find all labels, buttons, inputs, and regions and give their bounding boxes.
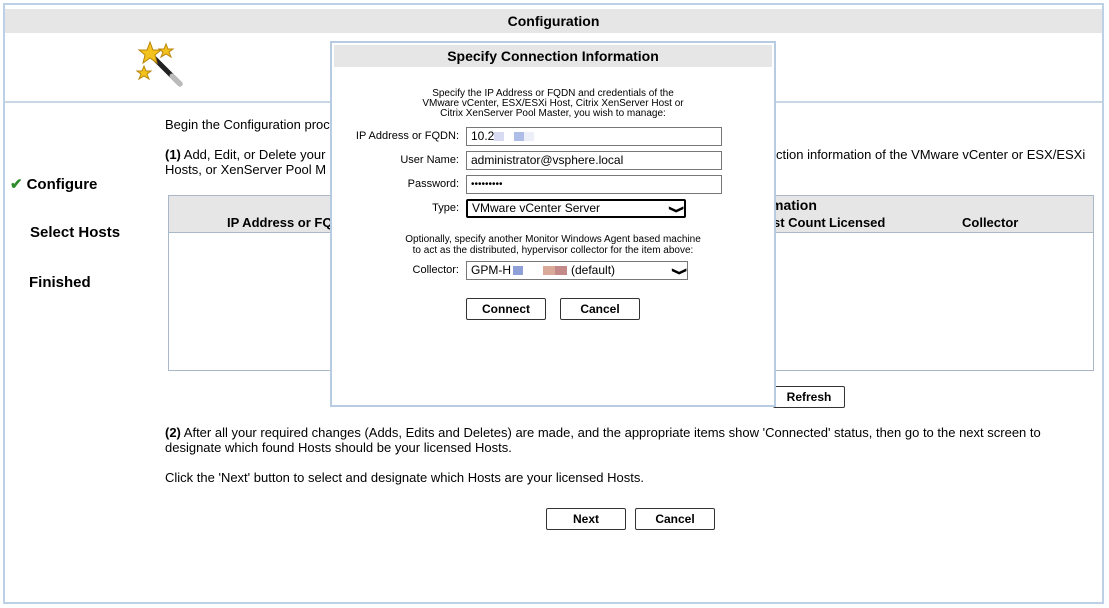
column-licensed[interactable]: Licensed [829,214,885,232]
step-select-hosts: Select Hosts [30,224,121,241]
step1-text-line2: Hosts, or XenServer Pool M [165,162,327,177]
refresh-button[interactable]: Refresh [773,386,845,408]
step-configure: ✔ Configure [10,176,98,193]
dialog-cancel-button[interactable]: Cancel [560,298,640,320]
step2-text: (2) After all your required changes (Add… [165,425,1041,440]
checkmark-icon: ✔ [10,176,23,193]
ip-label: IP Address or FQDN: [355,130,459,142]
type-label: Type: [432,202,459,214]
password-label: Password: [407,178,459,190]
user-name-label: User Name: [400,154,459,166]
connection-dialog: Specify Connection Information Specify t… [330,41,776,407]
column-ip[interactable]: IP Address or FQD [227,214,342,232]
step-finished: Finished [29,274,91,291]
collector-label: Collector: [412,264,459,276]
optional-line-2: to act as the distributed, hypervisor co… [412,245,694,256]
user-name-input[interactable]: administrator@vsphere.local [466,151,722,170]
step1-text-right: ction information of the VMware vCenter … [776,147,1086,162]
chevron-down-icon: ❯ [671,267,687,276]
cancel-button[interactable]: Cancel [635,508,715,530]
ip-address-input[interactable]: 10.2 [466,127,722,146]
connect-button[interactable]: Connect [466,298,546,320]
password-input[interactable]: ••••••••• [466,175,722,194]
next-button[interactable]: Next [546,508,626,530]
magic-wand-icon [136,40,183,87]
type-select[interactable]: VMware vCenter Server ❯ [466,199,686,218]
next-hint-text: Click the 'Next' button to select and de… [165,470,644,485]
step1-text: (1) Add, Edit, or Delete your [165,147,326,162]
column-collector[interactable]: Collector [962,214,1018,232]
collector-select[interactable]: GPM-H (default) ❯ [466,261,688,280]
column-host-count[interactable]: st Count [773,214,826,232]
intro-text: Begin the Configuration proc [165,117,330,132]
window-title: Configuration [5,9,1102,33]
step2-text-line2: designate which found Hosts should be yo… [165,440,512,455]
dialog-title: Specify Connection Information [334,45,772,67]
dialog-description-line-3: Citrix XenServer Pool Master, you wish t… [440,108,666,119]
chevron-down-icon: ❯ [668,205,684,214]
optional-line-1: Optionally, specify another Monitor Wind… [405,234,701,245]
